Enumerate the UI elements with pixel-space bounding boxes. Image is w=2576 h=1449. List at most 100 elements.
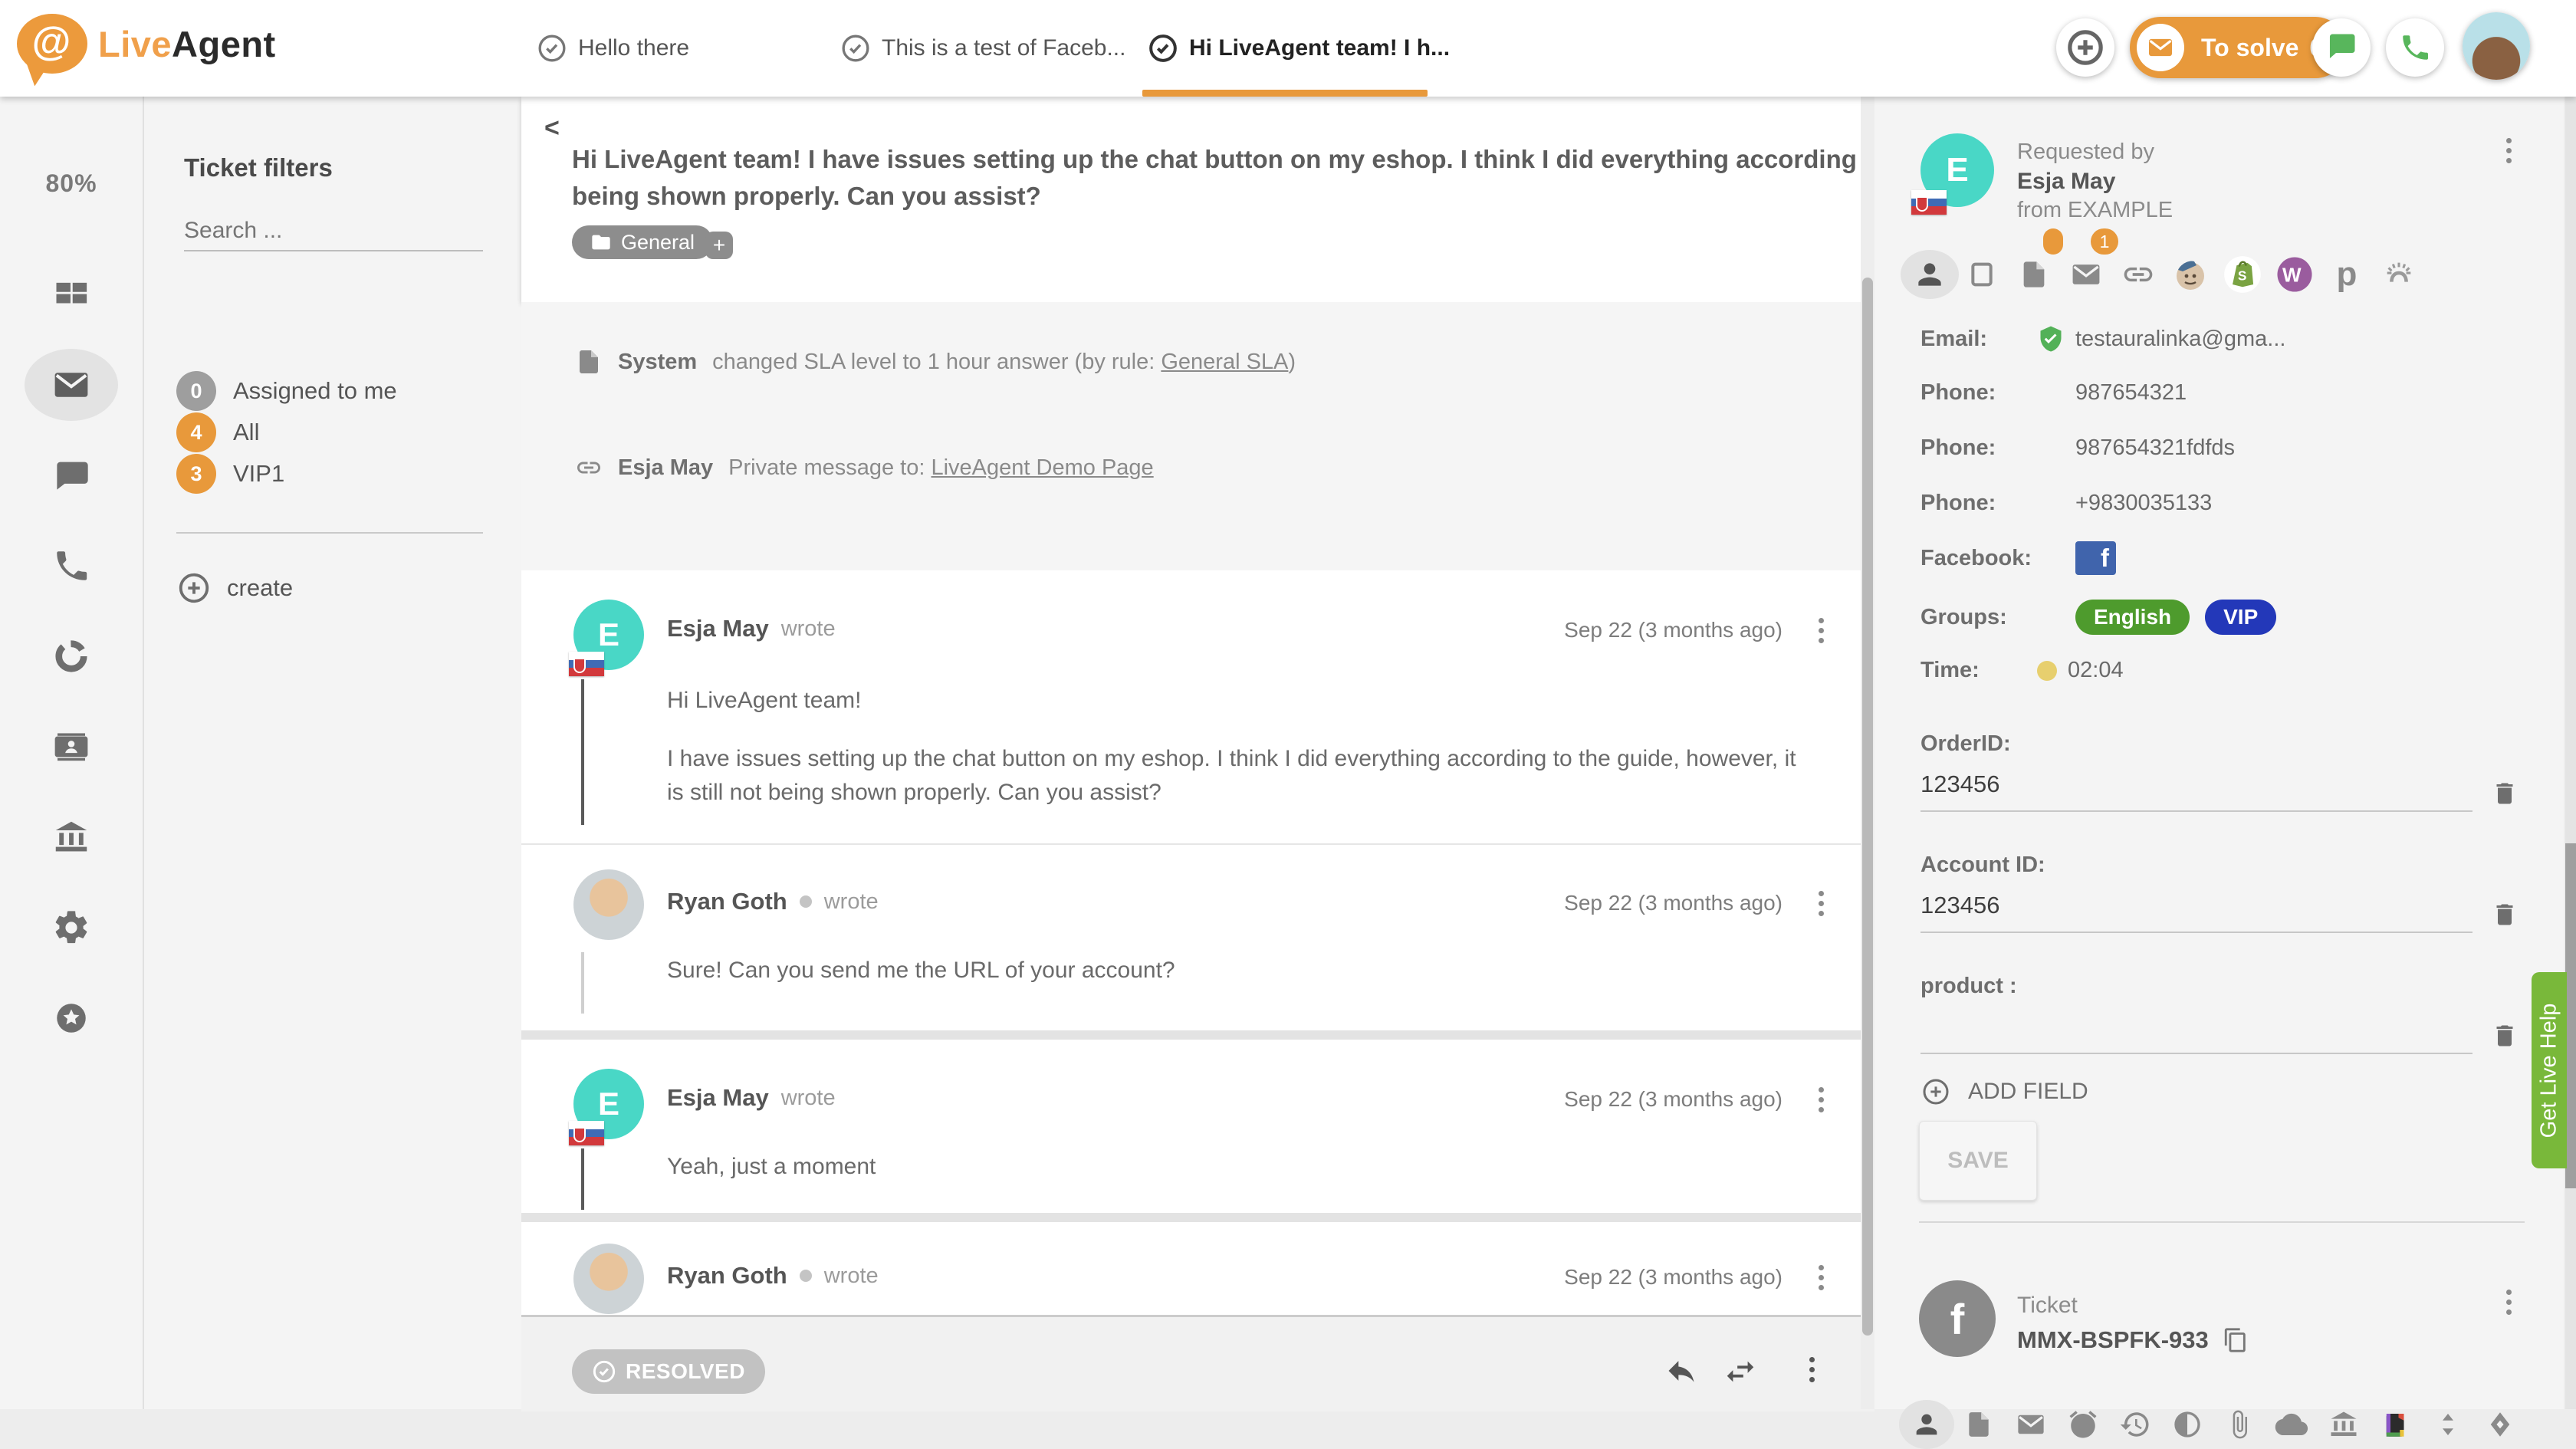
get-live-help-tab[interactable]: Get Live Help: [2532, 972, 2567, 1168]
add-tag-button[interactable]: +: [705, 232, 733, 259]
customer-panel: E Requested by Esja May from EXAMPLE 1 S: [1875, 97, 2564, 1409]
phone-value[interactable]: 987654321: [2037, 380, 2187, 406]
svg-text:W: W: [2282, 264, 2302, 287]
page-scrollbar[interactable]: [2565, 0, 2576, 1409]
email-value[interactable]: testauralinka@gma...: [2075, 327, 2285, 352]
piwik-icon[interactable]: p: [2321, 248, 2373, 301]
sidebar-item-tickets[interactable]: [0, 347, 143, 423]
ticket-tab-emails[interactable]: [2006, 1400, 2055, 1449]
diamond-icon[interactable]: [2476, 1400, 2525, 1449]
ticket-tab-contrast[interactable]: [2163, 1400, 2212, 1449]
agent-avatar[interactable]: [573, 869, 644, 940]
highrise-icon[interactable]: [2373, 248, 2425, 301]
ticket-tab-cloud[interactable]: [2267, 1400, 2316, 1449]
ticket-tab-history[interactable]: [2111, 1400, 2160, 1449]
agent-avatar[interactable]: [2463, 12, 2530, 80]
tab-card[interactable]: [1956, 248, 2008, 301]
delete-field-button[interactable]: [2491, 901, 2518, 928]
phone-value[interactable]: 987654321fdfds: [2037, 435, 2235, 461]
create-filter-button[interactable]: create: [176, 570, 293, 606]
message-menu-button[interactable]: [1819, 1265, 1824, 1290]
event-link[interactable]: General SLA: [1161, 350, 1288, 374]
group-pill-vip[interactable]: VIP: [2205, 600, 2276, 635]
sidebar-item-reports[interactable]: [0, 618, 143, 695]
sidebar-item-company[interactable]: [0, 799, 143, 876]
requested-by-label: Requested by: [2017, 140, 2154, 165]
tab-hello-there[interactable]: Hello there: [537, 0, 689, 97]
save-button[interactable]: SAVE: [1919, 1121, 2037, 1201]
mailchimp-icon[interactable]: [2164, 248, 2216, 301]
group-pill-english[interactable]: English: [2075, 600, 2190, 635]
sidebar-item-settings[interactable]: [0, 889, 143, 966]
sidebar-item-dashboard[interactable]: [0, 256, 143, 333]
filters-search-input[interactable]: [184, 212, 483, 251]
ticket-tab-attachments[interactable]: [2215, 1400, 2264, 1449]
tab-facebook-test[interactable]: This is a test of Faceb...: [840, 0, 1125, 97]
message-menu-button[interactable]: [1819, 891, 1824, 916]
department-tag[interactable]: General: [572, 225, 713, 259]
trash-icon: [2491, 901, 2518, 928]
link-icon: [2121, 258, 2155, 291]
facebook-icon[interactable]: f: [2075, 541, 2116, 575]
filter-assigned-to-me[interactable]: 0 Assigned to me: [176, 371, 397, 411]
field-value-input[interactable]: 123456: [1921, 770, 2472, 812]
sidebar-item-calls[interactable]: [0, 527, 143, 604]
sidebar-item-chats[interactable]: [0, 437, 143, 514]
trash-icon: [2491, 780, 2518, 807]
phone-value[interactable]: +9830035133: [2037, 491, 2212, 516]
star-circle-icon: [52, 999, 90, 1037]
detail-row-phone: Phone: 987654321: [1921, 380, 2187, 406]
message-date: Sep 22 (3 months ago): [1564, 618, 1783, 642]
delete-field-button[interactable]: [2491, 780, 2518, 807]
reply-button[interactable]: [1664, 1354, 1698, 1388]
filter-all[interactable]: 4 All: [176, 412, 259, 452]
tab-notes[interactable]: [2008, 248, 2060, 301]
chats-button[interactable]: [2312, 18, 2371, 77]
resolved-status-button[interactable]: RESOLVED: [572, 1349, 765, 1394]
ticket-tab-contact[interactable]: [1902, 1400, 1951, 1449]
woocommerce-icon[interactable]: W: [2269, 248, 2321, 301]
message-menu-button[interactable]: [1819, 618, 1824, 643]
tab-links[interactable]: [2112, 248, 2164, 301]
svg-text:S: S: [2238, 268, 2247, 284]
field-value-input[interactable]: 123456: [1921, 892, 2472, 933]
ticket-tab-company[interactable]: [2319, 1400, 2368, 1449]
tab-hi-liveagent-team[interactable]: Hi LiveAgent team! I h...: [1148, 0, 1450, 97]
ticket-tab-notes[interactable]: [1954, 1400, 2003, 1449]
transfer-button[interactable]: [1723, 1354, 1758, 1389]
sort-icon[interactable]: [2423, 1400, 2472, 1449]
field-value-input[interactable]: [1921, 1013, 2472, 1054]
copy-icon[interactable]: [2223, 1327, 2249, 1353]
calls-button[interactable]: [2386, 18, 2444, 77]
count-badge: 0: [176, 371, 216, 411]
app-logo-icon[interactable]: [2371, 1400, 2420, 1449]
brand-bubble-icon: @: [17, 14, 87, 74]
back-button[interactable]: <: [544, 113, 560, 143]
plus-circle-icon: [176, 570, 212, 606]
detail-row-facebook: Facebook: f: [1921, 541, 2116, 575]
ticket-menu-button[interactable]: [2506, 1290, 2512, 1315]
more-actions-button[interactable]: [1809, 1357, 1815, 1382]
filter-vip1[interactable]: 3 VIP1: [176, 454, 284, 494]
add-field-button[interactable]: ADD FIELD: [1921, 1076, 2088, 1107]
message-menu-button[interactable]: [1819, 1087, 1824, 1112]
event-link[interactable]: LiveAgent Demo Page: [931, 455, 1153, 480]
note-icon: [1964, 1410, 1993, 1439]
add-ticket-button[interactable]: [2056, 18, 2114, 77]
scrollbar-thumb[interactable]: [1862, 278, 1873, 1336]
tab-emails[interactable]: 1: [2060, 248, 2112, 301]
delete-field-button[interactable]: [2491, 1022, 2518, 1050]
sidebar-item-upgrade[interactable]: [0, 980, 143, 1056]
customer-menu-button[interactable]: [2506, 138, 2512, 163]
cloud-icon: [2274, 1407, 2309, 1442]
scrollbar-thumb[interactable]: [2565, 843, 2576, 1188]
thread-scrollbar[interactable]: [1861, 97, 1875, 1409]
tab-contact-info[interactable]: [1904, 248, 1956, 301]
agent-avatar[interactable]: [573, 1244, 644, 1314]
liveagent-logo[interactable]: @ LiveAgent: [17, 14, 276, 74]
sidebar-item-contacts[interactable]: [0, 708, 143, 785]
count-badge: 4: [176, 412, 216, 452]
message-header: Esja May wrote: [667, 1084, 836, 1112]
shopify-icon[interactable]: S: [2216, 248, 2269, 301]
ticket-tab-reminders[interactable]: [2058, 1400, 2108, 1449]
